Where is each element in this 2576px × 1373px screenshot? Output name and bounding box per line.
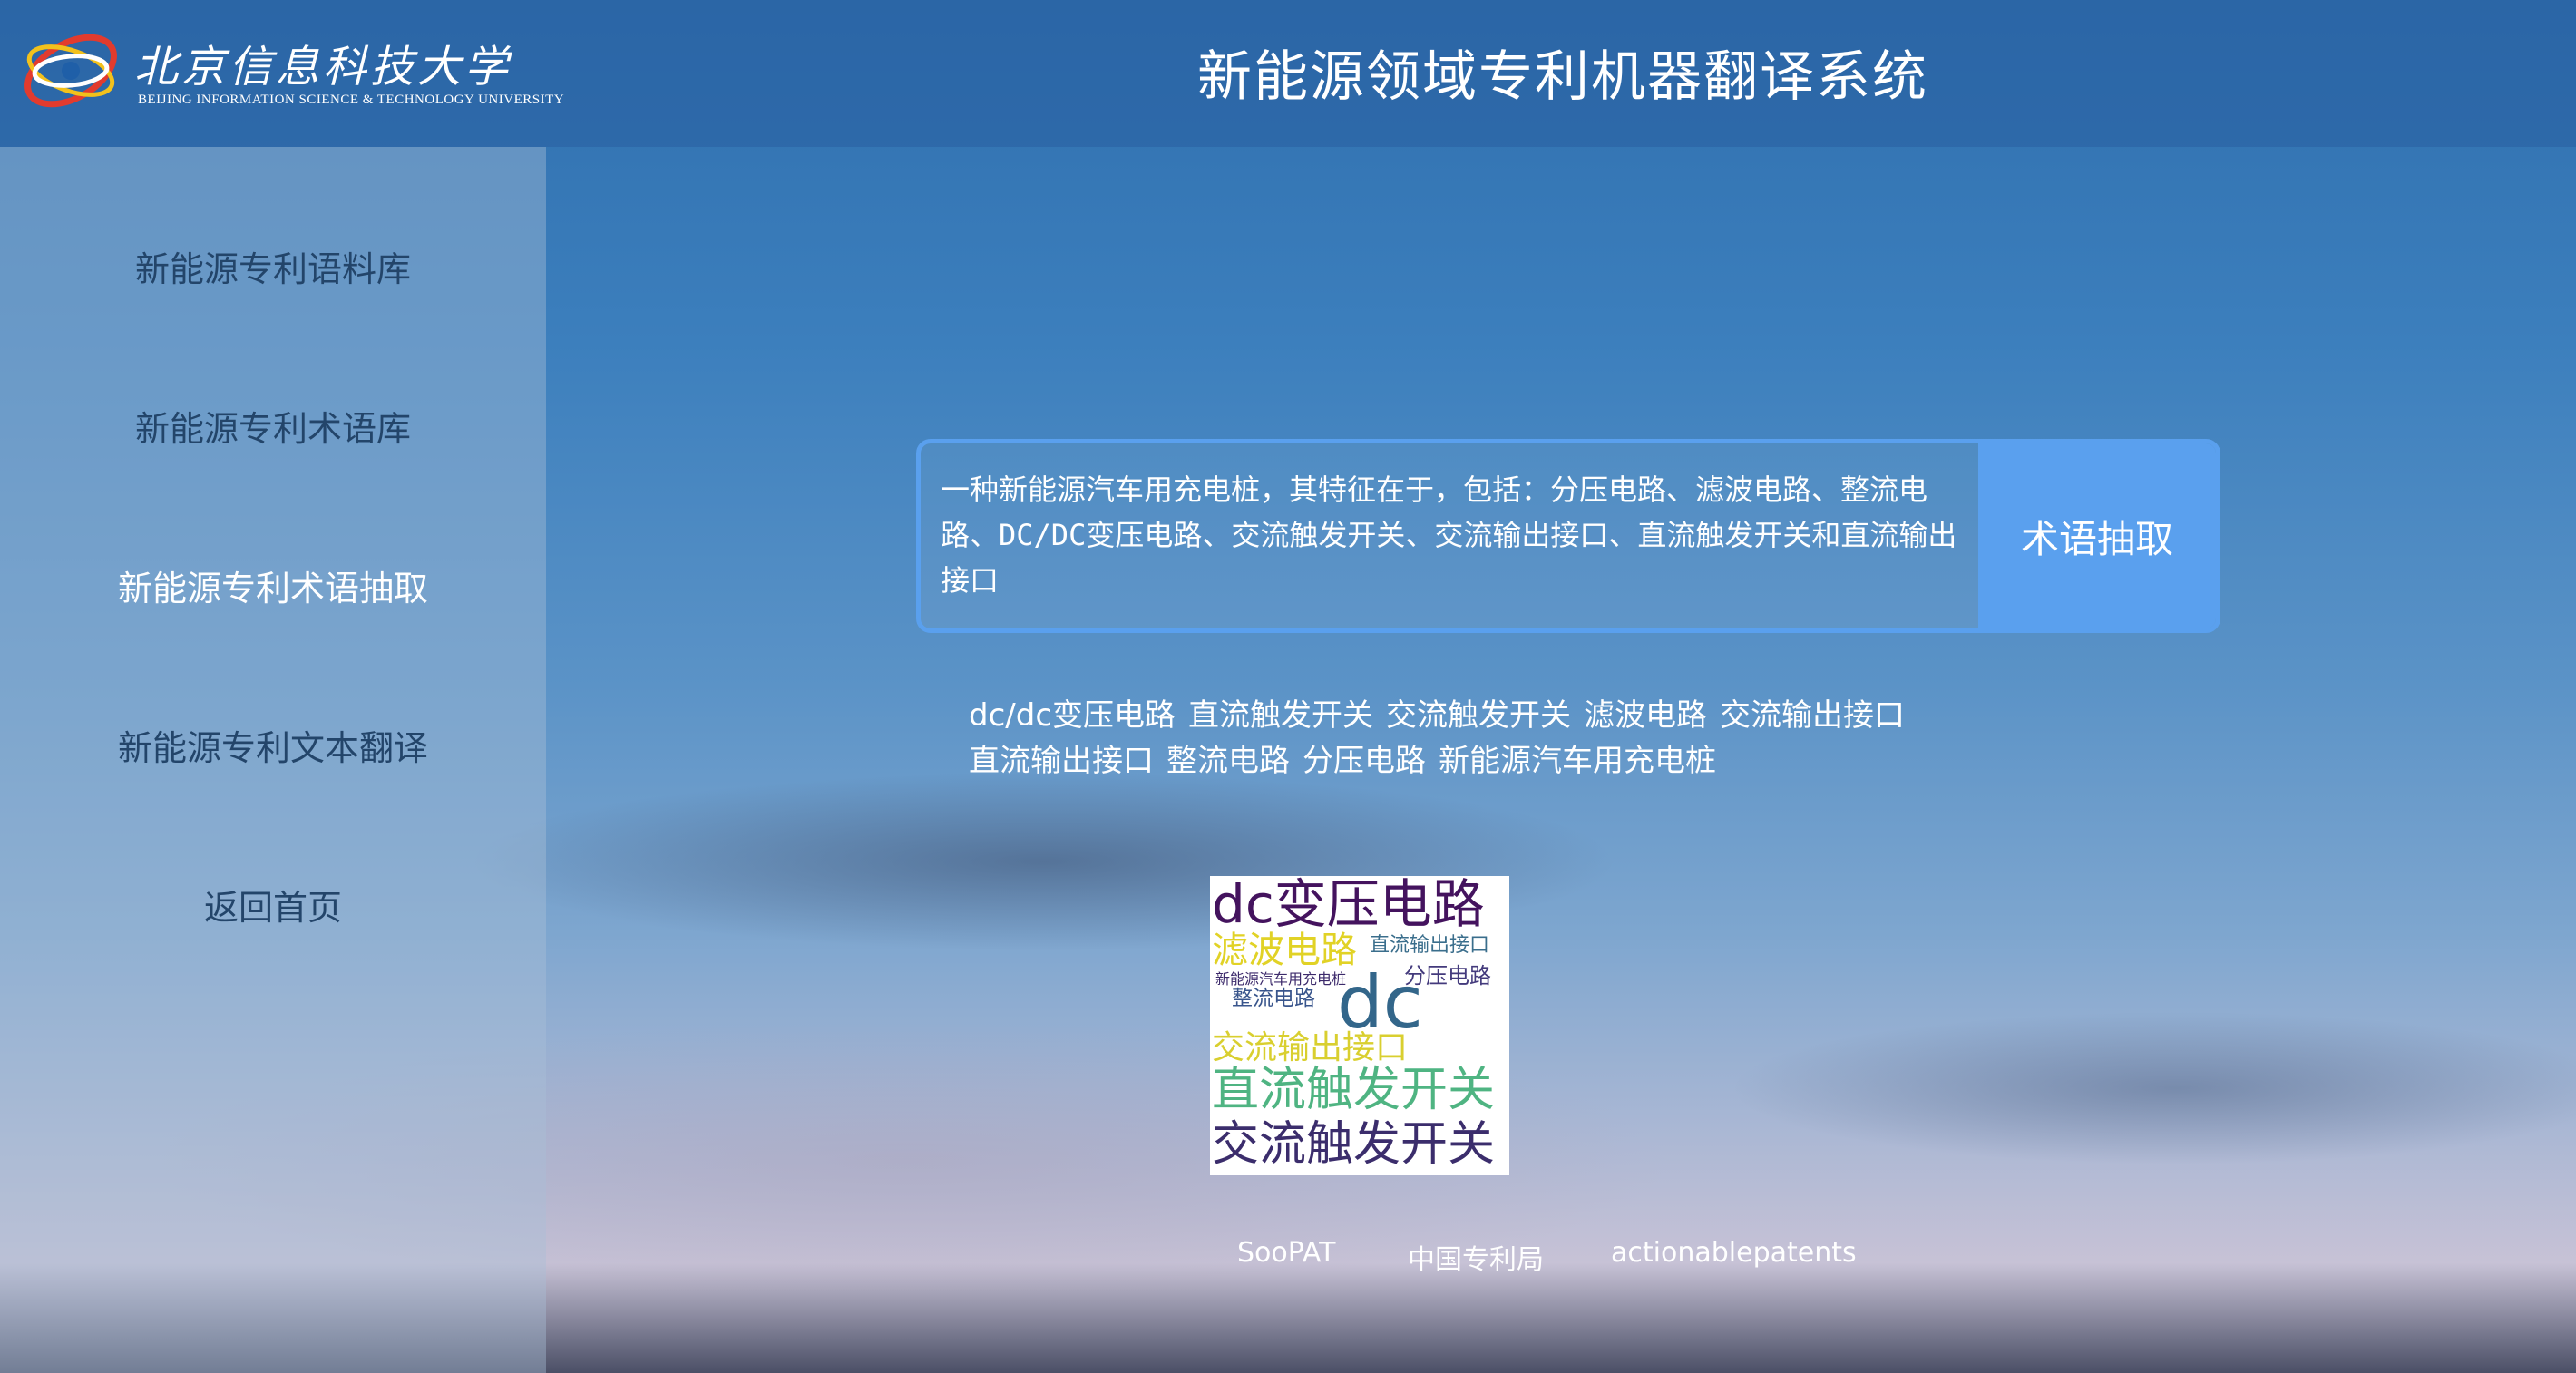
term-item: dc/dc变压电路: [969, 697, 1176, 734]
logo-chinese-name: 北京信息科技大学: [134, 42, 512, 93]
term-item: 交流触发开关: [1386, 697, 1572, 734]
sidebar-item-term-base[interactable]: 新能源专利术语库: [0, 401, 546, 451]
word-cloud-word: 交流输出接口: [1212, 1029, 1409, 1066]
word-cloud-word: 新能源汽车用充电桩: [1215, 970, 1347, 988]
extract-terms-button[interactable]: 术语抽取: [1978, 443, 2216, 628]
term-item: 整流电路: [1166, 743, 1290, 779]
term-item: 滤波电路: [1584, 697, 1708, 734]
word-cloud: dc变压电路 滤波电路 直流输出接口 新能源汽车用充电桩 分压电路 整流电路 d…: [1210, 876, 1509, 1175]
footer-link-soopat[interactable]: SooPAT: [1237, 1237, 1335, 1269]
term-item: 分压电路: [1303, 743, 1426, 779]
term-extraction-form: 一种新能源汽车用充电桩，其特征在于，包括：分压电路、滤波电路、整流电路、DC/D…: [916, 439, 2220, 633]
term-item: 直流触发开关: [1188, 697, 1374, 734]
term-item: 新能源汽车用充电桩: [1439, 743, 1716, 779]
word-cloud-word: 滤波电路: [1212, 930, 1357, 971]
sidebar-item-corpus[interactable]: 新能源专利语料库: [0, 241, 546, 291]
term-item: 直流输出接口: [969, 743, 1154, 779]
patent-text-input[interactable]: 一种新能源汽车用充电桩，其特征在于，包括：分压电路、滤波电路、整流电路、DC/D…: [941, 467, 1984, 621]
footer-link-actionablepatents[interactable]: actionablepatents: [1611, 1237, 1857, 1269]
logo-emblem-icon: [24, 34, 117, 108]
university-logo[interactable]: 北京信息科技大学 BEIJING INFORMATION SCIENCE & T…: [16, 15, 564, 123]
footer-links: SooPAT 中国专利局 actionablepatents: [0, 1237, 2576, 1276]
logo-english-name: BEIJING INFORMATION SCIENCE & TECHNOLOGY…: [138, 93, 565, 107]
sidebar-item-home[interactable]: 返回首页: [0, 880, 546, 930]
sidebar-item-translation[interactable]: 新能源专利文本翻译: [0, 720, 546, 770]
sidebar-item-term-extraction[interactable]: 新能源专利术语抽取: [0, 560, 546, 610]
word-cloud-word: 直流触发开关: [1212, 1063, 1496, 1117]
footer-link-cnipa[interactable]: 中国专利局: [1408, 1237, 1544, 1277]
extracted-terms: dc/dc变压电路 直流触发开关 交流触发开关 滤波电路 交流输出接口 直流输出接口 整流…: [969, 693, 1966, 784]
top-bar: 北京信息科技大学 BEIJING INFORMATION SCIENCE & T…: [0, 0, 2576, 147]
word-cloud-word: dc变压电路: [1212, 876, 1485, 935]
term-item: 交流输出接口: [1720, 697, 1906, 734]
word-cloud-word: dc: [1337, 960, 1423, 1045]
page-title: 新能源领域专利机器翻译系统: [1197, 45, 1928, 109]
word-cloud-word: 整流电路: [1232, 987, 1315, 1010]
sidebar: 新能源专利语料库 新能源专利术语库 新能源专利术语抽取 新能源专利文本翻译 返回…: [0, 147, 546, 1373]
word-cloud-word: 交流触发开关: [1212, 1117, 1496, 1172]
word-cloud-word: 直流输出接口: [1370, 934, 1490, 957]
